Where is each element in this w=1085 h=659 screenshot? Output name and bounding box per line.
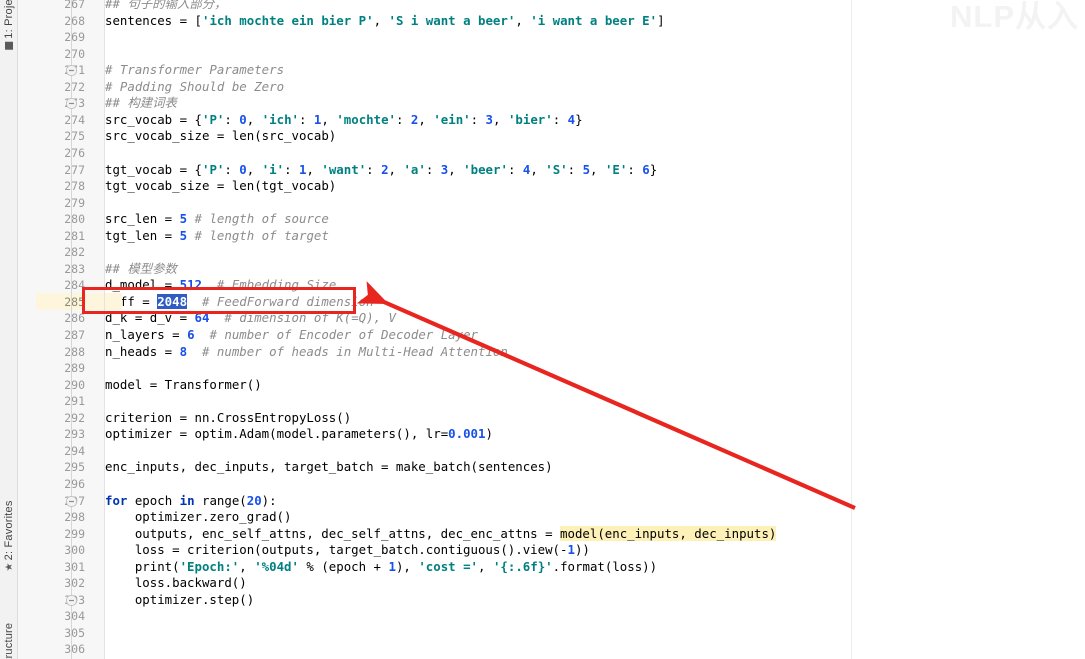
- line-number: 281: [64, 228, 85, 243]
- line-number: 283: [64, 261, 85, 276]
- line-number: 292: [64, 410, 85, 425]
- code-line[interactable]: src_len = 5 # length of source: [105, 211, 329, 228]
- line-number: 299: [64, 526, 85, 541]
- line-number: 294: [64, 443, 85, 458]
- usage-highlight: model(enc_inputs, dec_inputs): [560, 525, 777, 541]
- code-fold-toggle-icon[interactable]: [65, 64, 78, 77]
- code-line[interactable]: src_vocab_size = len(src_vocab): [105, 128, 336, 145]
- right-margin-guide: [851, 0, 852, 659]
- line-number: 291: [64, 394, 85, 409]
- code-line[interactable]: tgt_len = 5 # length of target: [105, 228, 329, 245]
- line-number: 275: [64, 129, 85, 144]
- line-number: 288: [64, 344, 85, 359]
- code-line[interactable]: # Padding Should be Zero: [105, 79, 284, 96]
- stripe-label-structure: Structure: [2, 622, 15, 659]
- code-line[interactable]: tgt_vocab = {'P': 0, 'i': 1, 'want': 2, …: [105, 162, 657, 179]
- code-fold-toggle-icon[interactable]: [65, 495, 78, 508]
- stripe-label-favorites: 2: Favorites: [2, 500, 15, 561]
- line-number: 269: [64, 30, 85, 45]
- line-number: 293: [64, 427, 85, 442]
- code-line[interactable]: ## 构建词表: [105, 95, 177, 112]
- line-number: 277: [64, 162, 85, 177]
- line-number: 289: [64, 361, 85, 376]
- line-number: 278: [64, 179, 85, 194]
- line-number: 301: [64, 559, 85, 574]
- code-fold-toggle-icon[interactable]: [65, 97, 78, 110]
- line-number: 304: [64, 609, 85, 624]
- code-line[interactable]: sentences = ['ich mochte ein bier P', 'S…: [105, 13, 665, 30]
- line-number: 302: [64, 576, 85, 591]
- code-line[interactable]: optimizer = optim.Adam(model.parameters(…: [105, 426, 493, 443]
- line-number: 276: [64, 145, 85, 160]
- code-line[interactable]: optimizer.step(): [135, 592, 254, 609]
- tool-window-stripe: 1: Project ★2: Favorites Structure: [0, 0, 18, 659]
- ide-editor-window: 1: Project ★2: Favorites Structure 267 26…: [0, 0, 1085, 659]
- line-number: 270: [64, 46, 85, 61]
- line-number: 268: [64, 13, 85, 28]
- code-line[interactable]: enc_inputs, dec_inputs, target_batch = m…: [105, 459, 553, 476]
- line-number: 271: [18, 62, 104, 79]
- code-line[interactable]: model = Transformer(): [105, 377, 262, 394]
- code-line[interactable]: for epoch in range(20):: [105, 493, 277, 510]
- annotation-rectangle: [82, 287, 356, 314]
- line-number: 273: [18, 95, 104, 112]
- line-number: 297: [18, 493, 104, 510]
- line-number: 296: [64, 476, 85, 491]
- line-number: 303: [18, 592, 104, 609]
- code-line[interactable]: optimizer.zero_grad(): [135, 509, 292, 526]
- line-number: 274: [64, 112, 85, 127]
- line-number: 287: [64, 328, 85, 342]
- code-line[interactable]: n_layers = 6 # number of Encoder of Deco…: [105, 327, 478, 344]
- code-line[interactable]: tgt_vocab_size = len(tgt_vocab): [105, 178, 336, 195]
- line-number: 272: [64, 79, 85, 94]
- stripe-button-structure[interactable]: Structure: [3, 623, 15, 659]
- code-line[interactable]: loss = criterion(outputs, target_batch.c…: [135, 542, 590, 559]
- line-number: 282: [64, 245, 85, 260]
- code-line[interactable]: # Transformer Parameters: [105, 62, 284, 79]
- line-number: 306: [64, 642, 85, 657]
- line-number: 290: [64, 377, 85, 392]
- line-number: 295: [64, 460, 85, 475]
- stripe-button-favorites[interactable]: ★2: Favorites: [3, 500, 15, 571]
- code-line[interactable]: outputs, enc_self_attns, dec_self_attns,…: [135, 525, 777, 543]
- code-line[interactable]: criterion = nn.CrossEntropyLoss(): [105, 410, 351, 427]
- code-line[interactable]: ## 句子的输入部分，: [105, 0, 227, 13]
- line-number: 298: [64, 510, 85, 525]
- gutter-separator: [104, 0, 105, 659]
- line-number: 267: [64, 0, 85, 11]
- watermark-text: NLP从入: [950, 0, 1079, 34]
- stripe-label-project: 1: Project: [2, 0, 15, 39]
- line-number: 280: [64, 212, 85, 227]
- code-line[interactable]: n_heads = 8 # number of heads in Multi-H…: [105, 344, 508, 361]
- line-number: 300: [64, 543, 85, 558]
- code-line[interactable]: src_vocab = {'P': 0, 'ich': 1, 'mochte':…: [105, 112, 583, 129]
- line-number: 305: [64, 625, 85, 640]
- stripe-button-project[interactable]: 1: Project: [3, 0, 15, 50]
- line-number: 279: [64, 195, 85, 210]
- project-icon: [4, 41, 13, 50]
- line-number-gutter[interactable]: 267 268 269270271272273274 275276 277 278279 2…: [18, 0, 122, 659]
- star-icon: ★: [3, 562, 15, 572]
- code-fold-toggle-icon[interactable]: [65, 594, 78, 607]
- code-line[interactable]: ## 模型参数: [105, 261, 177, 278]
- code-line[interactable]: loss.backward(): [135, 575, 247, 592]
- code-line[interactable]: print('Epoch:', '%04d' % (epoch + 1), 'c…: [135, 559, 657, 576]
